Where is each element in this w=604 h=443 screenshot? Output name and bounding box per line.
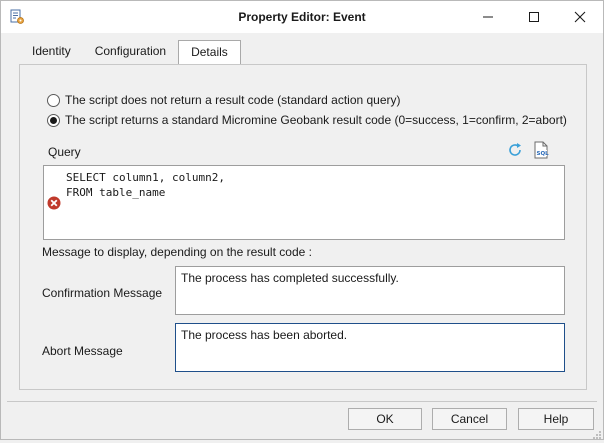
message-section-label: Message to display, depending on the res… [42,245,312,259]
query-text[interactable]: SELECT column1, column2, FROM table_name [66,170,225,200]
tab-configuration[interactable]: Configuration [83,40,178,64]
radio-label: The script does not return a result code… [65,93,401,107]
abort-message-label: Abort Message [42,344,123,358]
help-button[interactable]: Help [518,408,594,430]
sql-file-icon[interactable]: SQL [532,141,550,159]
tab-details[interactable]: Details [178,40,241,65]
tab-strip: Identity Configuration Details [20,40,241,65]
radio-no-result-code[interactable]: The script does not return a result code… [47,93,401,107]
maximize-icon [529,12,539,22]
radio-geobank-result-code[interactable]: The script returns a standard Micromine … [47,113,567,127]
footer-divider [7,401,597,402]
close-button[interactable] [557,1,603,33]
close-icon [574,11,586,23]
ok-button[interactable]: OK [348,408,422,430]
confirmation-message-field[interactable]: The process has completed successfully. [175,266,565,315]
abort-message-field[interactable]: The process has been aborted. [175,323,565,372]
resize-grip-icon[interactable] [592,429,602,439]
radio-button[interactable] [47,93,60,107]
tab-identity[interactable]: Identity [20,40,83,64]
query-editor[interactable]: SELECT column1, column2, FROM table_name [43,165,565,240]
minimize-button[interactable] [465,1,511,33]
radio-button-checked[interactable] [47,113,60,127]
svg-text:SQL: SQL [537,151,550,157]
confirmation-message-label: Confirmation Message [42,286,163,300]
radio-label: The script returns a standard Micromine … [65,113,567,127]
query-label: Query [48,145,81,159]
maximize-button[interactable] [511,1,557,33]
title-bar: Property Editor: Event [1,1,603,33]
cancel-button[interactable]: Cancel [432,408,507,430]
error-icon [47,196,61,210]
property-editor-window: Property Editor: Event Identity Configur… [0,0,604,440]
minimize-icon [483,16,493,18]
refresh-icon[interactable] [506,141,524,159]
details-panel: The script does not return a result code… [19,64,587,390]
